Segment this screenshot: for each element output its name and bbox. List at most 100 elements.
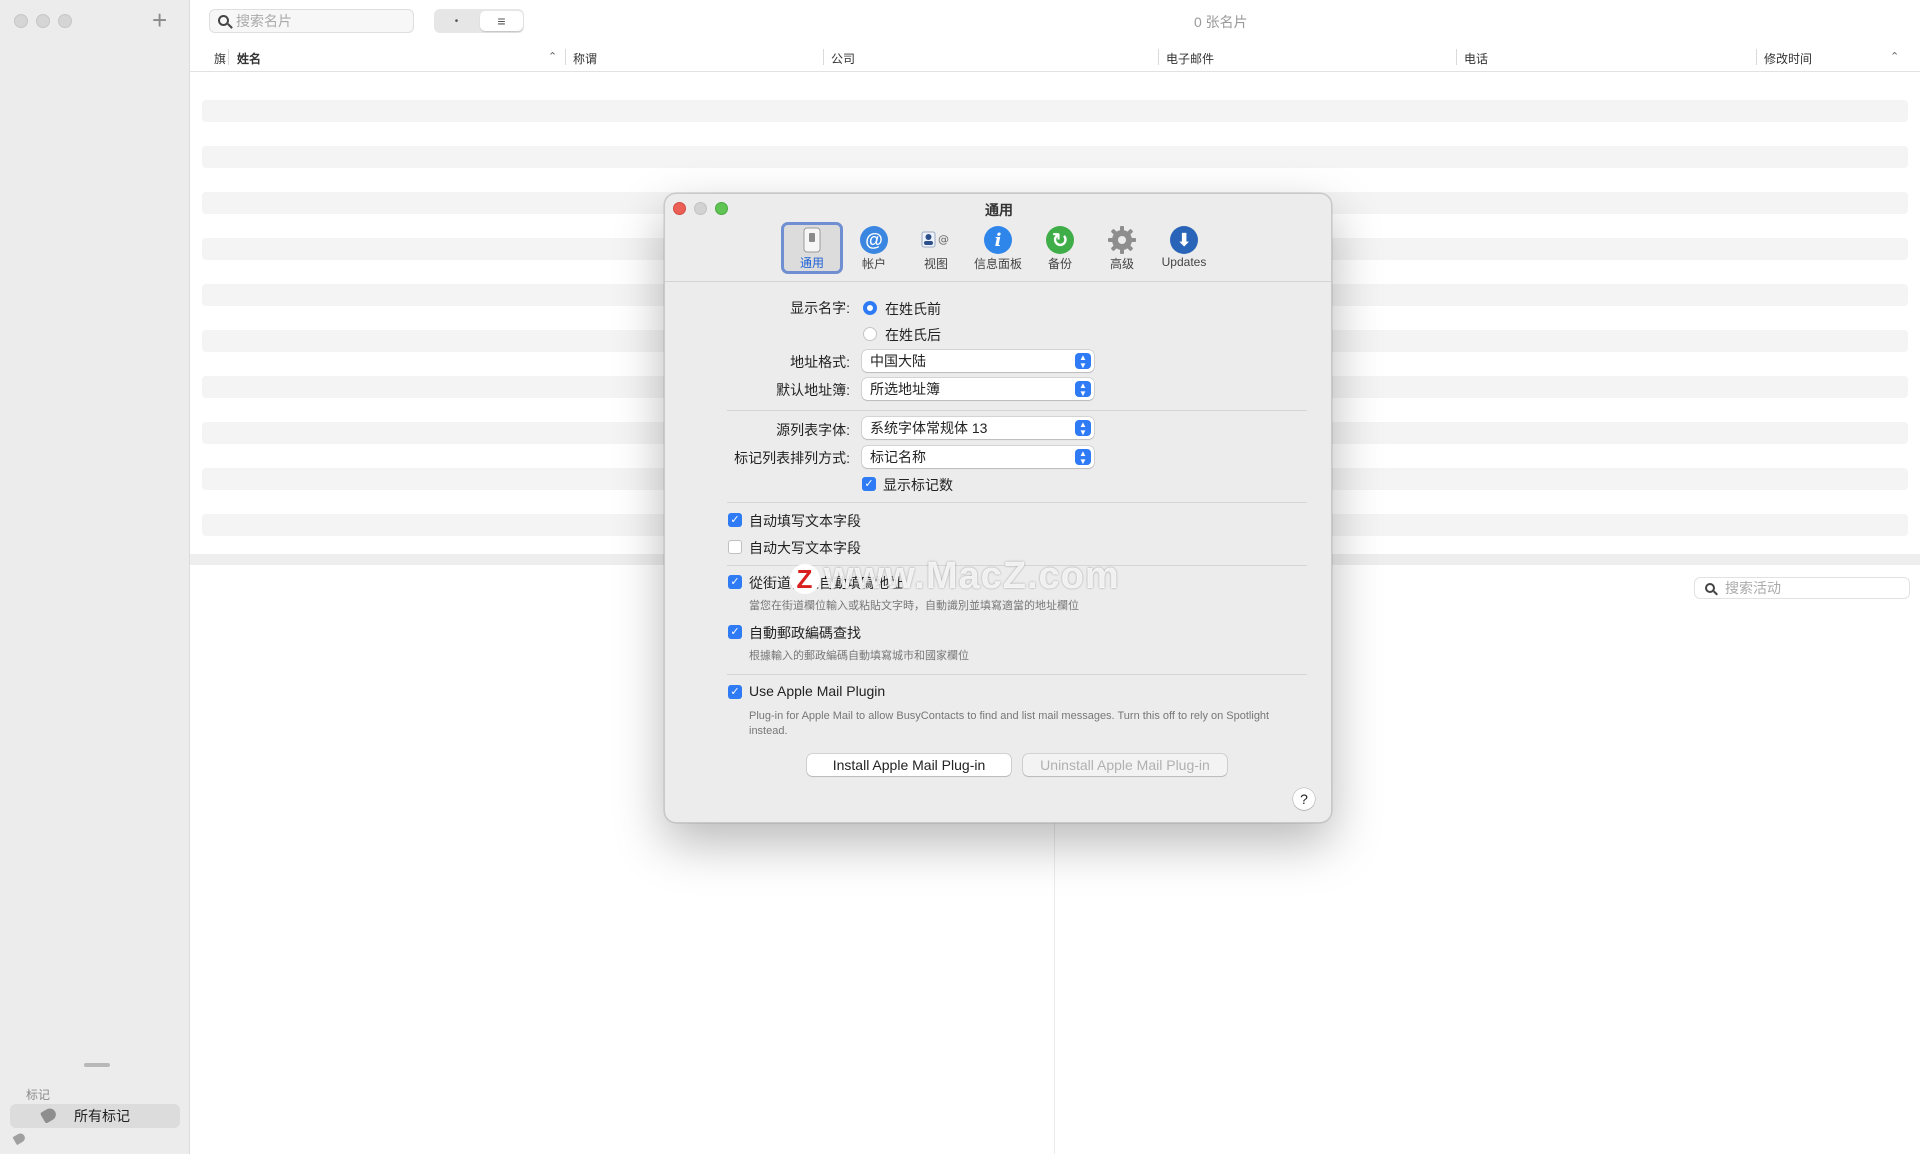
add-icon[interactable]: + [152,6,167,34]
default-book-value: 所选地址簿 [870,381,940,397]
search-placeholder: 搜索名片 [236,13,292,29]
card-view-button[interactable]: • [434,9,479,33]
sidebar-item-all-tags[interactable]: 所有标记 [10,1104,180,1128]
help-button[interactable]: ? [1293,788,1315,810]
mail-plugin-label: Use Apple Mail Plugin [749,683,886,699]
column-separator [1756,49,1757,65]
zoom-window-button[interactable] [58,14,72,28]
column-flag[interactable]: 旗 [214,50,226,67]
search-icon [218,15,229,26]
tab-label: Updates [1161,255,1207,269]
uninstall-mail-plugin-button[interactable]: Uninstall Apple Mail Plug-in [1023,754,1227,776]
watermark: Zwww.MacZ.com [790,555,1120,598]
search-icon [1705,583,1715,593]
sidebar-resize-handle[interactable] [84,1063,110,1067]
close-window-button[interactable] [14,14,28,28]
column-name[interactable]: 姓名 [237,50,261,67]
sidebar: + 标记 所有标记 [0,0,190,1154]
tab-updates[interactable]: ⬇ Updates [1153,222,1215,274]
column-phone[interactable]: 电话 [1464,50,1488,67]
search-activity-placeholder: 搜索活动 [1725,580,1781,596]
autocap-text-checkbox[interactable] [728,540,742,554]
divider [727,674,1307,675]
column-separator [565,49,566,65]
table-row [202,100,1908,122]
list-view-button[interactable]: ≡ [480,11,523,31]
postal-lookup-label: 自動郵政編碼查找 [749,625,861,641]
watermark-text: www.MacZ.com [824,555,1120,597]
address-format-value: 中国大陆 [870,353,926,369]
source-font-select[interactable]: 系统字体常规体 13 ▲ ▼ [862,417,1094,439]
column-separator [823,49,824,65]
chevron-up-down-icon: ▲ ▼ [1075,353,1091,370]
tag-sort-value: 标记名称 [870,449,926,465]
watermark-badge: Z [790,564,820,594]
sidebar-item-label: 所有标记 [74,1108,130,1124]
tag-icon[interactable] [12,1131,27,1146]
address-format-select[interactable]: 中国大陆 ▲ ▼ [862,350,1094,372]
window-controls [14,14,72,28]
address-format-label: 地址格式: [790,354,850,370]
tab-divider [665,281,1331,282]
view-icon: @ [921,225,951,255]
dialog-title: 通用 [985,202,1013,218]
column-separator [1456,49,1457,65]
mail-plugin-checkbox[interactable]: ✓ [728,685,742,699]
display-name-label: 显示名字: [790,300,850,316]
preferences-tabs: 通用 @ 帐户 @ 视图 i 信息面板 ↻ 备份 高级 ⬇ Updates [781,222,1215,274]
postal-lookup-note: 根據輸入的郵政編碼自動填寫城市和國家欄位 [749,650,969,662]
column-modified[interactable]: 修改时间 [1764,50,1812,67]
tab-advanced[interactable]: 高级 [1091,222,1153,274]
street-autofill-checkbox[interactable]: ✓ [728,575,742,589]
search-cards-input[interactable]: 搜索名片 [209,9,414,33]
source-font-label: 源列表字体: [776,422,850,438]
tab-view[interactable]: @ 视图 [905,222,967,274]
mail-plugin-note: Plug-in for Apple Mail to allow BusyCont… [749,710,1270,737]
radio-first-label: 在姓氏前 [885,301,941,317]
chevron-up-down-icon: ▲ ▼ [1075,381,1091,398]
sidebar-section-tags: 标记 [26,1088,51,1102]
show-tag-count-checkbox[interactable]: ✓ [862,477,876,491]
column-separator [1158,49,1159,65]
chevron-up-down-icon: ▲ ▼ [1075,420,1091,437]
default-book-label: 默认地址簿: [776,382,850,398]
tag-icon [39,1106,59,1124]
column-title[interactable]: 称谓 [573,50,597,67]
tag-sort-select[interactable]: 标记名称 ▲ ▼ [862,446,1094,468]
autofill-text-checkbox[interactable]: ✓ [728,513,742,527]
phone-icon [797,225,827,254]
postal-lookup-checkbox[interactable]: ✓ [728,625,742,639]
tab-accounts[interactable]: @ 帐户 [843,222,905,274]
tab-general[interactable]: 通用 [781,222,843,274]
svg-text:@: @ [938,233,949,246]
chevron-up-down-icon: ▲ ▼ [1075,449,1091,466]
street-autofill-note: 當您在街道欄位輸入或粘貼文字時，自動識別並填寫適當的地址欄位 [749,600,1079,612]
tab-label: 高级 [1109,257,1134,271]
download-icon: ⬇ [1170,226,1198,254]
tab-label: 信息面板 [973,257,1022,271]
gear-icon [1107,225,1137,255]
show-tag-count-label: 显示标记数 [883,477,953,493]
backup-icon: ↻ [1046,226,1074,254]
sort-ascending-icon: ⌃ [1890,51,1900,63]
minimize-window-button[interactable] [36,14,50,28]
table-row [202,146,1908,168]
radio-last-label: 在姓氏后 [885,327,941,343]
default-book-select[interactable]: 所选地址簿 ▲ ▼ [862,378,1094,400]
tab-backup[interactable]: ↻ 备份 [1029,222,1091,274]
toolbar: 搜索名片 • ≡ 0 张名片 [190,0,1920,42]
divider [727,502,1307,503]
radio-last-name-first[interactable] [863,327,877,341]
card-count: 0 张名片 [1194,14,1248,30]
column-separator [228,49,229,65]
install-mail-plugin-button[interactable]: Install Apple Mail Plug-in [807,754,1011,776]
tab-info-panel[interactable]: i 信息面板 [967,222,1029,274]
preferences-dialog: 通用 通用 @ 帐户 @ 视图 i 信息面板 ↻ 备份 高级 ⬇ Updates… [664,193,1332,823]
radio-first-name-first[interactable] [863,301,877,315]
tab-label: 帐户 [861,257,886,271]
source-font-value: 系统字体常规体 13 [870,420,988,436]
view-mode-segmented-control[interactable]: • ≡ [434,9,524,33]
column-email[interactable]: 电子邮件 [1166,50,1214,67]
search-activity-input[interactable]: 搜索活动 [1694,577,1910,599]
column-company[interactable]: 公司 [831,50,855,67]
